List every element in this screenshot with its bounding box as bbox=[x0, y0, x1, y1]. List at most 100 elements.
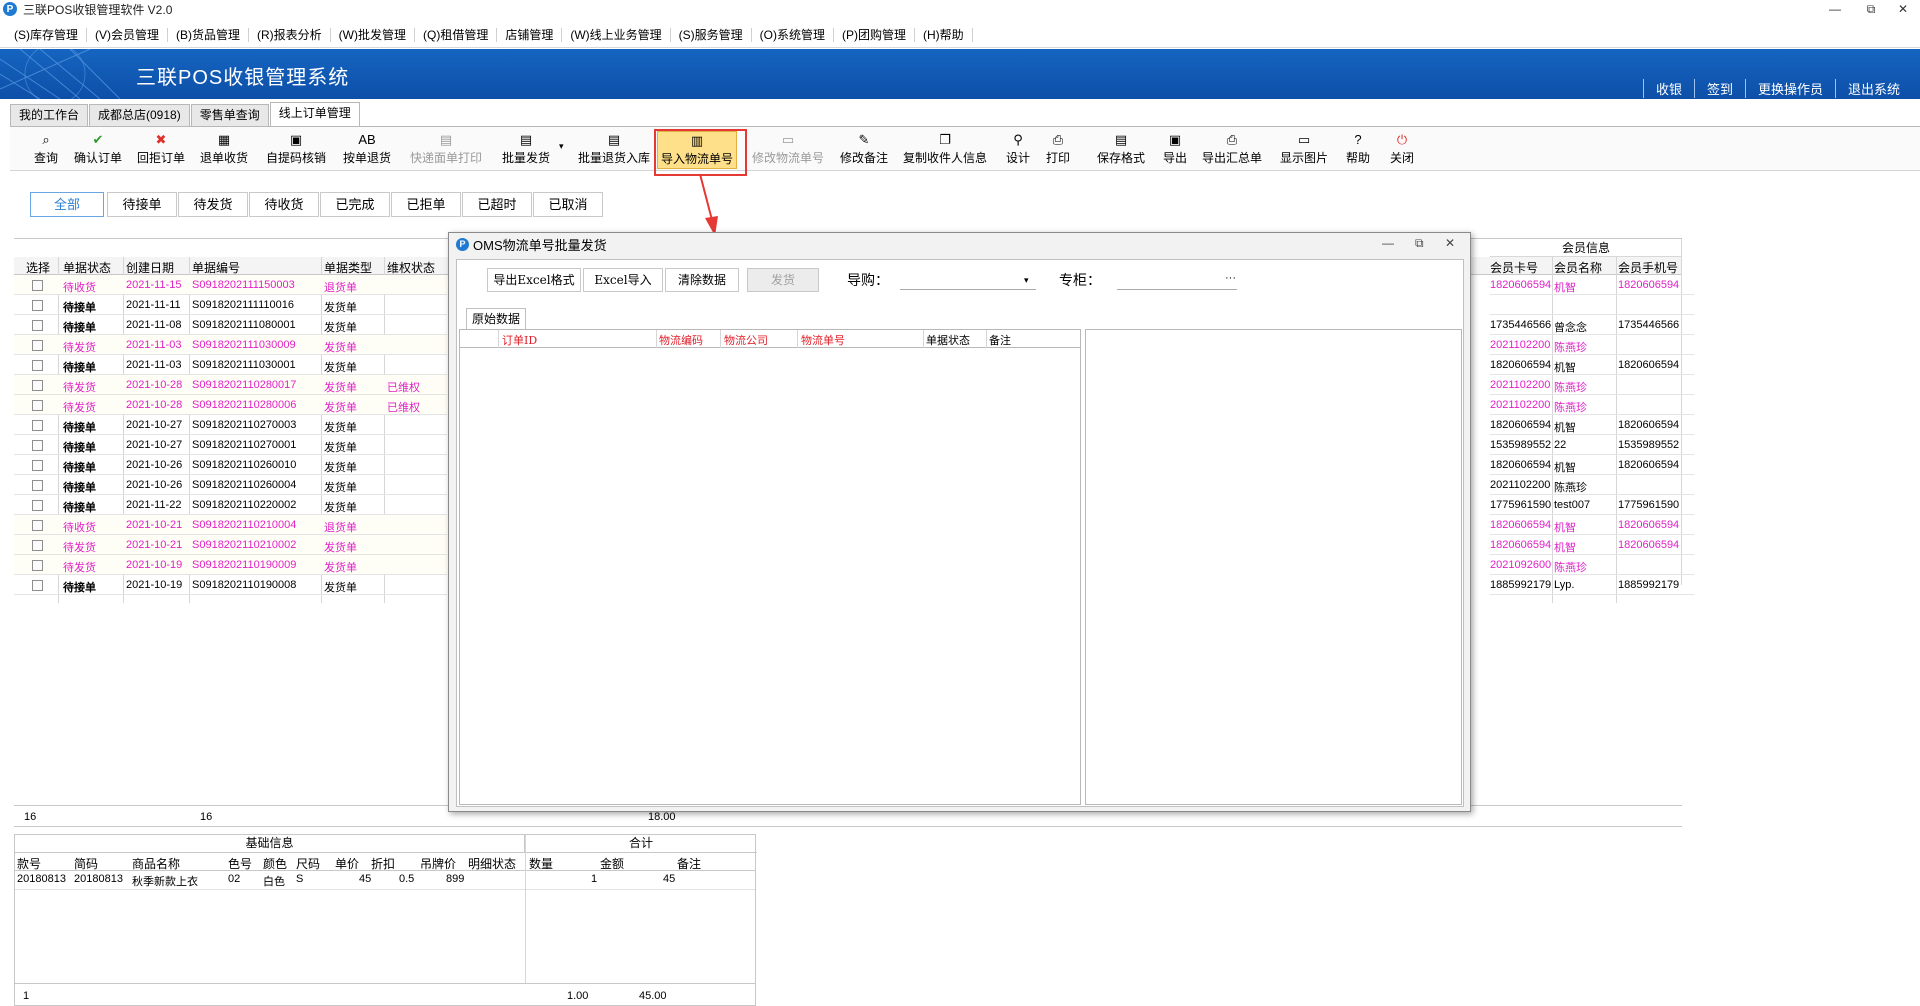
col-logistics-code[interactable]: 物流编码 bbox=[659, 332, 703, 348]
menu-groupbuy[interactable]: (P)团购管理 bbox=[834, 27, 915, 42]
col-logistics-no[interactable]: 物流单号 bbox=[801, 332, 845, 348]
member-row[interactable]: 1820606594 机智 1820606594 bbox=[1490, 275, 1694, 295]
col-order-id[interactable]: 订单ID bbox=[502, 332, 537, 348]
toolbar-button-16[interactable]: ▣ 导出 bbox=[1163, 131, 1187, 169]
filter-rejected[interactable]: 已拒单 bbox=[391, 192, 461, 217]
detail-col-size[interactable]: 尺码 bbox=[296, 855, 320, 872]
member-row[interactable]: 1735446566 曾念念 1735446566 bbox=[1490, 315, 1694, 335]
filter-cancelled[interactable]: 已取消 bbox=[533, 192, 603, 217]
row-checkbox[interactable] bbox=[32, 280, 43, 291]
switch-operator-link[interactable]: 更换操作员 bbox=[1744, 78, 1835, 98]
toolbar-button-0[interactable]: ⌕ 查询 bbox=[34, 131, 58, 169]
filter-pending-accept[interactable]: 待接单 bbox=[107, 192, 177, 217]
toolbar-button-2[interactable]: ✖ 回拒订单 bbox=[137, 131, 185, 169]
table-row[interactable]: 待发货 2021-10-28 S0918202110280017 发货单 已维权 bbox=[14, 375, 447, 395]
col-rights[interactable]: 维权状态 bbox=[387, 259, 435, 276]
toolbar-button-8[interactable]: ▤ 批量退货入库 bbox=[578, 131, 650, 169]
col-member-card[interactable]: 会员卡号 bbox=[1490, 259, 1538, 276]
filter-pending-ship[interactable]: 待发货 bbox=[178, 192, 248, 217]
export-excel-format-button[interactable]: 导出Excel格式 bbox=[487, 268, 581, 292]
toolbar-button-19[interactable]: ? 帮助 bbox=[1346, 131, 1370, 169]
detail-col-product-name[interactable]: 商品名称 bbox=[132, 855, 180, 872]
toolbar-button-5[interactable]: AB 按单退货 bbox=[343, 131, 391, 169]
menu-goods[interactable]: (B)货品管理 bbox=[168, 27, 249, 42]
row-checkbox[interactable] bbox=[32, 520, 43, 531]
detail-col-quantity[interactable]: 数量 bbox=[529, 855, 553, 872]
toolbar-button-3[interactable]: ▦ 退单收货 bbox=[200, 131, 248, 169]
member-row[interactable]: 1535989552 22 1535989552 bbox=[1490, 435, 1694, 455]
col-date[interactable]: 创建日期 bbox=[126, 259, 174, 276]
menu-wholesale[interactable]: (W)批发管理 bbox=[331, 27, 415, 42]
menu-member[interactable]: (V)会员管理 bbox=[87, 27, 168, 42]
table-row[interactable]: 待发货 2021-11-03 S0918202111030009 发货单 bbox=[14, 335, 447, 355]
filter-timeout[interactable]: 已超时 bbox=[462, 192, 532, 217]
tab-raw-data[interactable]: 原始数据 bbox=[466, 308, 527, 329]
detail-col-detail-status[interactable]: 明细状态 bbox=[468, 855, 516, 872]
exit-system-link[interactable]: 退出系统 bbox=[1834, 78, 1912, 98]
menu-online[interactable]: (W)线上业务管理 bbox=[562, 27, 671, 42]
filter-all[interactable]: 全部 bbox=[30, 192, 104, 217]
dialog-restore-button[interactable]: ⧉ bbox=[1415, 236, 1424, 251]
dialog-minimize-button[interactable]: — bbox=[1382, 236, 1394, 250]
tab-workbench[interactable]: 我的工作台 bbox=[10, 104, 89, 126]
col-member-name[interactable]: 会员名称 bbox=[1554, 259, 1602, 276]
table-row[interactable]: 待收货 2021-10-21 S0918202110210004 退货单 bbox=[14, 515, 447, 535]
table-row[interactable]: 待接单 2021-10-26 S0918202110260010 发货单 bbox=[14, 455, 447, 475]
row-checkbox[interactable] bbox=[32, 360, 43, 371]
table-row[interactable]: 待发货 2021-10-28 S0918202110280006 发货单 已维权 bbox=[14, 395, 447, 415]
detail-col-color-no[interactable]: 色号 bbox=[228, 855, 252, 872]
row-checkbox[interactable] bbox=[32, 420, 43, 431]
toolbar-button-17[interactable]: ⎙ 导出汇总单 bbox=[1202, 131, 1262, 169]
ship-button[interactable]: 发货 bbox=[747, 268, 819, 292]
table-row[interactable]: 待接单 2021-11-03 S0918202111030001 发货单 bbox=[14, 355, 447, 375]
col-member-phone[interactable]: 会员手机号 bbox=[1618, 259, 1678, 276]
col-remark[interactable]: 备注 bbox=[989, 332, 1011, 348]
col-order-no[interactable]: 单据编号 bbox=[192, 259, 240, 276]
counter-input[interactable] bbox=[1117, 272, 1237, 290]
row-checkbox[interactable] bbox=[32, 560, 43, 571]
col-status[interactable]: 单据状态 bbox=[63, 259, 111, 276]
detail-col-style-no[interactable]: 款号 bbox=[17, 855, 41, 872]
row-checkbox[interactable] bbox=[32, 480, 43, 491]
row-checkbox[interactable] bbox=[32, 300, 43, 311]
row-checkbox[interactable] bbox=[32, 440, 43, 451]
clear-data-button[interactable]: 清除数据 bbox=[665, 268, 739, 292]
chevron-down-icon[interactable]: ▾ bbox=[559, 141, 564, 152]
tab-chengdu-store[interactable]: 成都总店(0918) bbox=[89, 104, 190, 126]
detail-col-price[interactable]: 单价 bbox=[335, 855, 359, 872]
filter-pending-receive[interactable]: 待收货 bbox=[249, 192, 319, 217]
toolbar-button-13[interactable]: ⚲ 设计 bbox=[1006, 131, 1030, 169]
cashier-link[interactable]: 收银 bbox=[1642, 78, 1694, 98]
detail-row[interactable]: 20180813 20180813 秋季新款上衣 02 白色 S 45 0.5 … bbox=[15, 872, 755, 890]
member-row[interactable] bbox=[1490, 295, 1694, 315]
table-row[interactable]: 待接单 2021-10-19 S0918202110190008 发货单 bbox=[14, 575, 447, 595]
restore-button[interactable]: ⧉ bbox=[1856, 0, 1886, 18]
member-row[interactable]: 1820606594 机智 1820606594 bbox=[1490, 455, 1694, 475]
toolbar-button-1[interactable]: ✔ 确认订单 bbox=[74, 131, 122, 169]
detail-col-tag-price[interactable]: 吊牌价 bbox=[420, 855, 456, 872]
menu-inventory[interactable]: (S)库存管理 bbox=[6, 27, 87, 42]
col-doc-status[interactable]: 单据状态 bbox=[926, 332, 970, 348]
dialog-close-button[interactable]: ✕ bbox=[1445, 236, 1455, 250]
row-checkbox[interactable] bbox=[32, 540, 43, 551]
member-row[interactable]: 1775961590 test007 1775961590 bbox=[1490, 495, 1694, 515]
minimize-button[interactable]: — bbox=[1820, 0, 1850, 18]
toolbar-button-11[interactable]: ✎ 修改备注 bbox=[840, 131, 888, 169]
table-row[interactable]: 待接单 2021-11-08 S0918202111080001 发货单 bbox=[14, 315, 447, 335]
member-row[interactable]: 2021102200 陈燕珍 bbox=[1490, 475, 1694, 495]
member-row[interactable]: 1820606594 机智 1820606594 bbox=[1490, 415, 1694, 435]
sign-in-link[interactable]: 签到 bbox=[1693, 78, 1745, 98]
excel-import-button[interactable]: Excel导入 bbox=[583, 268, 663, 292]
member-row[interactable]: 1820606594 机智 1820606594 bbox=[1490, 355, 1694, 375]
detail-col-remark[interactable]: 备注 bbox=[677, 855, 701, 872]
guide-select[interactable] bbox=[900, 272, 1036, 290]
menu-help[interactable]: (H)帮助 bbox=[915, 27, 973, 42]
member-row[interactable]: 2021102200 陈燕珍 bbox=[1490, 375, 1694, 395]
table-row[interactable]: 待接单 2021-11-11 S0918202111110016 发货单 bbox=[14, 295, 447, 315]
table-row[interactable]: 待接单 2021-10-27 S0918202110270003 发货单 bbox=[14, 415, 447, 435]
detail-col-color[interactable]: 颜色 bbox=[263, 855, 287, 872]
table-row[interactable]: 待接单 2021-10-26 S0918202110260004 发货单 bbox=[14, 475, 447, 495]
menu-service[interactable]: (S)服务管理 bbox=[671, 27, 752, 42]
member-row[interactable]: 2021102200 陈燕珍 bbox=[1490, 335, 1694, 355]
toolbar-button-12[interactable]: ❐ 复制收件人信息 bbox=[903, 131, 987, 169]
